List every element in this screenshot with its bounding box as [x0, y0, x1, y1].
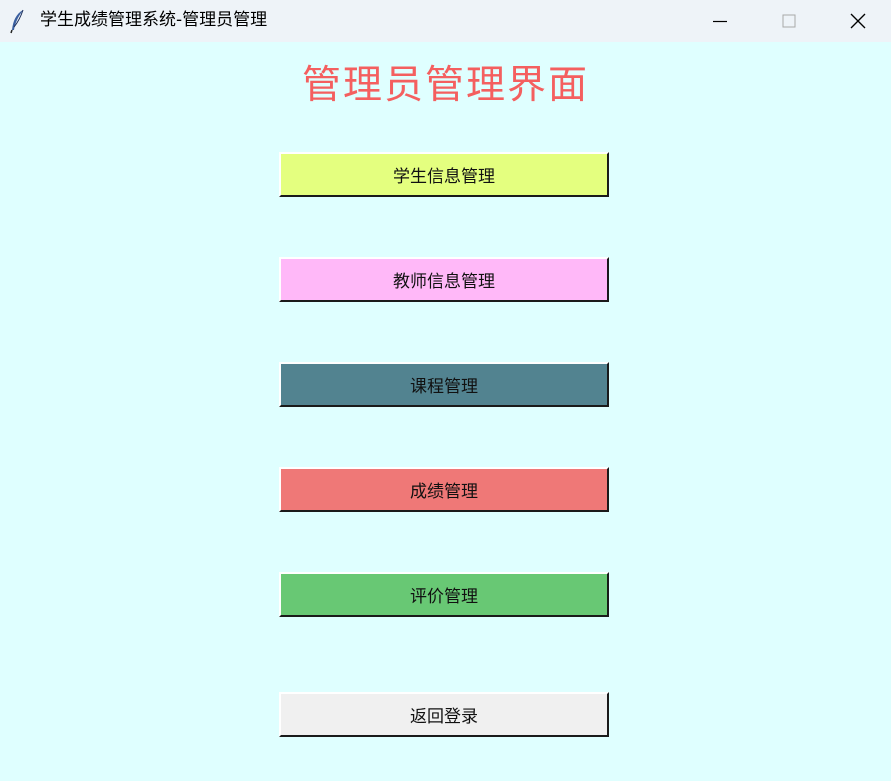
back-to-login-button[interactable]: 返回登录 [279, 692, 609, 737]
button-label: 成绩管理 [410, 482, 478, 502]
button-label: 学生信息管理 [393, 167, 495, 187]
student-info-management-button[interactable]: 学生信息管理 [279, 152, 609, 197]
close-icon [850, 13, 866, 29]
course-management-button[interactable]: 课程管理 [279, 362, 609, 407]
button-label: 返回登录 [410, 707, 478, 727]
maximize-icon [782, 14, 796, 28]
minimize-icon [713, 20, 727, 23]
page-title: 管理员管理界面 [301, 63, 589, 108]
main-panel: 管理员管理界面 学生信息管理 教师信息管理 课程管理 成绩管理 评价管理 返回登… [0, 42, 891, 781]
teacher-info-management-button[interactable]: 教师信息管理 [279, 257, 609, 302]
button-label: 教师信息管理 [393, 272, 495, 292]
grade-management-button[interactable]: 成绩管理 [279, 467, 609, 512]
button-label: 课程管理 [410, 377, 478, 397]
close-button[interactable] [823, 0, 891, 42]
feather-icon [8, 8, 28, 34]
evaluation-management-button[interactable]: 评价管理 [279, 572, 609, 617]
button-label: 评价管理 [410, 587, 478, 607]
title-bar: 学生成绩管理系统-管理员管理 [0, 0, 891, 42]
minimize-button[interactable] [685, 0, 755, 42]
maximize-button[interactable] [754, 0, 824, 42]
window-title: 学生成绩管理系统-管理员管理 [40, 10, 268, 30]
